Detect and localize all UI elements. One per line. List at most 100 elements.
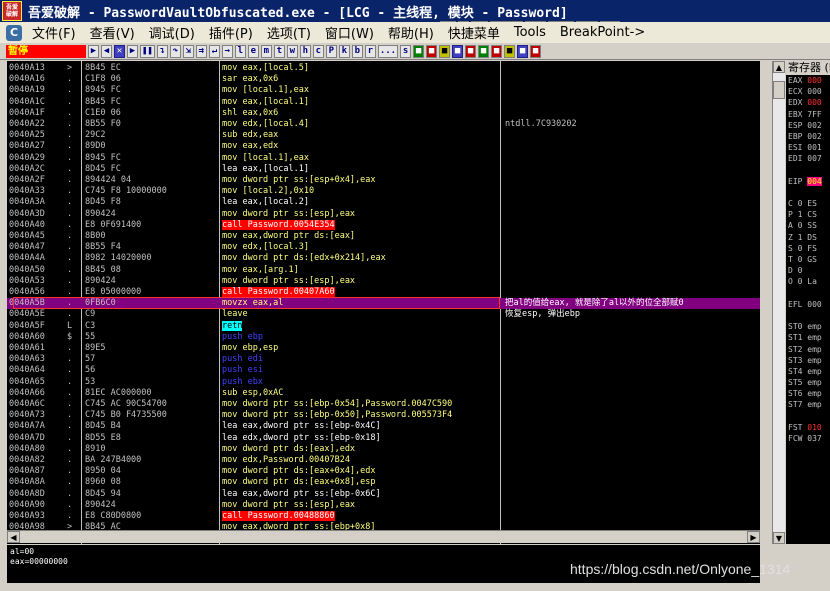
disasm-row[interactable]: 0040A45. 8B00 mov eax,dword ptr ds:[eax] xyxy=(7,231,760,242)
cpu-logo-icon[interactable]: C xyxy=(6,24,22,41)
disasm-row[interactable]: 0040A6C. C745 AC 90C54700 mov dword ptr ss… xyxy=(7,399,760,410)
disasm-row[interactable]: 0040A22. 8B55 F0 mov edx,[local.4] ntdll.7C… xyxy=(7,119,760,130)
plugin-icon-8[interactable]: ■ xyxy=(517,44,529,58)
menu-item-4[interactable]: 选项(T) xyxy=(263,23,321,42)
disasm-row[interactable]: 0040A93. E8 C80D0800 call Password.0048886… xyxy=(7,511,760,522)
scroll-right-icon[interactable]: ▶ xyxy=(747,531,760,543)
scroll-up-icon[interactable]: ▲ xyxy=(773,61,785,73)
disasm-row[interactable]: 0040A7D. 8D55 E8 lea edx,dword ptr ss:[ebp… xyxy=(7,433,760,444)
disasm-row[interactable]: 0040A82. BA 247B4000 mov edx,Password.0040… xyxy=(7,455,760,466)
view-button-1[interactable]: e xyxy=(247,44,259,58)
plugin-icon-6[interactable]: ■ xyxy=(491,44,503,58)
title-bar[interactable]: 吾爱 破解 吾爱破解 - PasswordVaultObfuscated.exe … xyxy=(0,0,830,22)
register-line[interactable] xyxy=(786,187,830,198)
register-line[interactable]: S 0 FS xyxy=(786,243,830,254)
disasm-row[interactable]: 0040A64. 56 push esi xyxy=(7,365,760,376)
goto-icon[interactable]: → xyxy=(221,44,233,58)
disasm-row[interactable]: 0040A1C. 8B45 FC mov eax,[local.1] xyxy=(7,97,760,108)
restart-icon[interactable]: ◀ xyxy=(101,44,112,58)
disasm-row[interactable]: 0040A61. 89E5 mov ebp,esp xyxy=(7,343,760,354)
pause-icon[interactable]: ❚❚ xyxy=(140,44,155,58)
close-process-icon[interactable]: ✕ xyxy=(114,44,125,58)
register-line[interactable]: ESP 002 xyxy=(786,120,830,131)
register-line[interactable]: D 0 xyxy=(786,265,830,276)
scroll-thumb[interactable] xyxy=(773,81,785,99)
view-button-10[interactable]: r xyxy=(364,44,376,58)
view-button-11[interactable]: ... xyxy=(377,44,399,58)
register-line[interactable] xyxy=(786,288,830,299)
disasm-row[interactable]: 0040A1F. C1E0 06 shl eax,0x6 xyxy=(7,108,760,119)
disasm-row[interactable]: 0040A40. E8 0F691400 call Password.0054E35… xyxy=(7,219,760,231)
register-line[interactable]: ST4 emp xyxy=(786,366,830,377)
register-line[interactable]: EIP 004 xyxy=(786,176,830,187)
trace-into-icon[interactable]: ⇲ xyxy=(182,44,194,58)
disasm-row[interactable]: 0040A87. 8950 04 mov dword ptr ds:[eax+0x4… xyxy=(7,466,760,477)
menu-item-8[interactable]: Tools xyxy=(510,25,556,40)
view-button-5[interactable]: h xyxy=(299,44,311,58)
disassembly-hscrollbar[interactable]: ◀ ▶ xyxy=(7,530,760,543)
disasm-row[interactable]: 0040A8D. 8D45 94 lea eax,dword ptr ss:[ebp… xyxy=(7,489,760,500)
register-line[interactable]: ST6 emp xyxy=(786,388,830,399)
view-button-4[interactable]: w xyxy=(286,44,298,58)
register-line[interactable] xyxy=(786,310,830,321)
register-line[interactable]: ESI 001 xyxy=(786,142,830,153)
menu-item-2[interactable]: 调试(D) xyxy=(145,23,205,42)
view-button-9[interactable]: b xyxy=(351,44,363,58)
plugin-icon-7[interactable]: ■ xyxy=(504,44,516,58)
plugin-icon-1[interactable]: ■ xyxy=(426,44,438,58)
registers-pane[interactable]: 寄存器 (FPU) EAX 000ECX 000EDX 000EBX 7FFES… xyxy=(786,61,830,544)
step-into-icon[interactable]: ↴ xyxy=(156,44,168,58)
register-line[interactable]: P 1 CS xyxy=(786,209,830,220)
disasm-row[interactable]: 0040A2F. 894424 04 mov dword ptr ss:[esp+0… xyxy=(7,175,760,186)
run-icon[interactable]: ▶ xyxy=(127,44,138,58)
disasm-row[interactable]: 0040A60 $55 push ebp xyxy=(7,332,760,343)
menu-item-3[interactable]: 插件(P) xyxy=(205,23,263,42)
register-line[interactable]: C 0 ES xyxy=(786,198,830,209)
disasm-row[interactable]: 0040A47. 8B55 F4 mov edx,[local.3] xyxy=(7,242,760,253)
disasm-row[interactable]: 0040A25. 29C2 sub edx,eax xyxy=(7,130,760,141)
view-button-12[interactable]: s xyxy=(400,44,412,58)
register-line[interactable]: ST0 emp xyxy=(786,321,830,332)
disasm-row[interactable]: 0040A80. 8910 mov dword ptr ds:[eax],edx xyxy=(7,444,760,455)
view-button-2[interactable]: m xyxy=(260,44,272,58)
register-line[interactable]: EBX 7FF xyxy=(786,109,830,120)
menu-item-0[interactable]: 文件(F) xyxy=(28,23,86,42)
register-line[interactable]: ECX 000 xyxy=(786,86,830,97)
register-line[interactable]: ST2 emp xyxy=(786,344,830,355)
disasm-row[interactable]: 0040A29. 8945 FC mov [local.1],eax xyxy=(7,153,760,164)
plugin-icon-2[interactable]: ■ xyxy=(439,44,451,58)
register-line[interactable]: ST1 emp xyxy=(786,332,830,343)
register-line[interactable]: EDX 000 xyxy=(786,97,830,108)
register-line[interactable]: T 0 GS xyxy=(786,254,830,265)
disasm-row[interactable]: 0040A50. 8B45 08 mov eax,[arg.1] xyxy=(7,265,760,276)
register-line[interactable] xyxy=(786,411,830,422)
disasm-row[interactable]: 0040A5F L C3 retn xyxy=(7,320,760,332)
menu-item-1[interactable]: 查看(V) xyxy=(86,23,145,42)
scroll-left-icon[interactable]: ◀ xyxy=(7,531,20,543)
disasm-row[interactable]: 0040A5E. C9 leave 恢复esp, 弹出ebp xyxy=(7,309,760,320)
view-button-0[interactable]: l xyxy=(234,44,246,58)
disasm-row[interactable]: 0040A16. C1F8 06 sar eax,0x6 xyxy=(7,74,760,85)
disasm-row[interactable]: 0040A65. 53 push ebx xyxy=(7,377,760,388)
register-line[interactable]: EFL 000 xyxy=(786,299,830,310)
register-line[interactable]: EBP 002 xyxy=(786,131,830,142)
open-icon[interactable]: ▶ xyxy=(88,44,99,58)
register-line[interactable]: FCW 037 xyxy=(786,433,830,444)
scroll-down-icon[interactable]: ▼ xyxy=(773,532,785,544)
execute-till-return-icon[interactable]: ↵ xyxy=(208,44,220,58)
disasm-row[interactable]: 0040A7A. 8D45 B4 lea eax,dword ptr ss:[ebp… xyxy=(7,421,760,432)
disasm-row[interactable]: 0040A53. 890424 mov dword ptr ss:[esp],eax xyxy=(7,276,760,287)
disasm-row[interactable]: 0040A3A. 8D45 F8 lea eax,[local.2] xyxy=(7,197,760,208)
register-line[interactable] xyxy=(786,165,830,176)
disasm-row[interactable]: 0040A66. 81EC AC000000 sub esp,0xAC xyxy=(7,388,760,399)
disasm-row[interactable]: 0040A27. 89D0 mov eax,edx xyxy=(7,141,760,152)
plugin-icon-0[interactable]: ■ xyxy=(413,44,425,58)
disasm-row[interactable]: 0040A63. 57 push edi xyxy=(7,354,760,365)
register-line[interactable]: EDI 007 xyxy=(786,153,830,164)
menu-item-5[interactable]: 窗口(W) xyxy=(321,23,384,42)
plugin-icon-9[interactable]: ■ xyxy=(530,44,542,58)
disasm-row[interactable]: 0040A3D. 890424 mov dword ptr ss:[esp],eax xyxy=(7,209,760,220)
view-button-3[interactable]: t xyxy=(273,44,285,58)
view-button-7[interactable]: P xyxy=(325,44,337,58)
step-over-icon[interactable]: ↷ xyxy=(169,44,181,58)
